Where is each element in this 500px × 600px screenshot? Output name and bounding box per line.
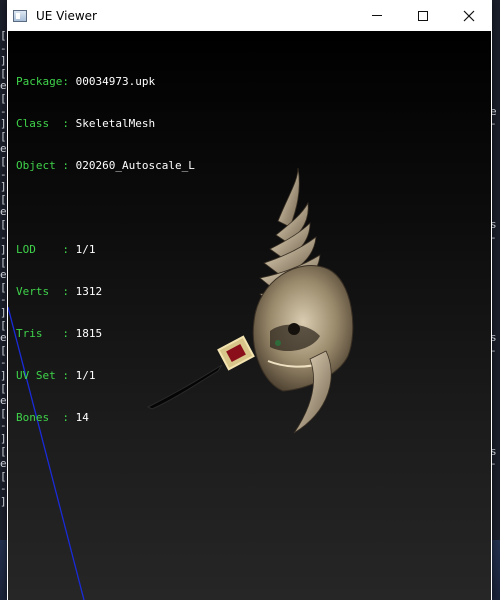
mesh-info-overlay: Package: 00034973.upk Class : SkeletalMe… xyxy=(16,47,195,453)
close-button[interactable] xyxy=(446,0,492,31)
minimize-button[interactable] xyxy=(354,0,400,31)
maximize-button[interactable] xyxy=(400,0,446,31)
info-tris: Tris : 1815 xyxy=(16,327,103,340)
info-class: Class : SkeletalMesh xyxy=(16,117,156,130)
info-object: Object : 020260_Autoscale_L xyxy=(16,159,195,172)
window-title: UE Viewer xyxy=(36,8,97,23)
maximize-icon xyxy=(418,10,428,21)
ue-viewer-window: UE Viewer Package: 00034973.upk Class: … xyxy=(7,0,492,600)
info-lod: LOD : 1/1 xyxy=(16,243,96,256)
info-package: Package: 00034973.upk xyxy=(16,75,156,88)
3d-viewport[interactable]: Package: 00034973.upk Class : SkeletalMe… xyxy=(8,31,491,600)
info-bones: Bones : 14 xyxy=(16,411,89,424)
mesh-gem xyxy=(217,335,255,371)
app-window-icon[interactable] xyxy=(13,9,27,22)
info-verts: Verts : 1312 xyxy=(16,285,103,298)
info-uvset: UV Set : 1/1 xyxy=(16,369,96,382)
title-bar[interactable]: UE Viewer xyxy=(7,0,492,31)
window-controls xyxy=(354,0,492,31)
desktop-background: [ - ] [ e [ - ] [ e [ - ] [ e [ - ] [ e … xyxy=(0,0,500,600)
close-icon xyxy=(463,10,475,21)
minimize-icon xyxy=(372,15,382,16)
